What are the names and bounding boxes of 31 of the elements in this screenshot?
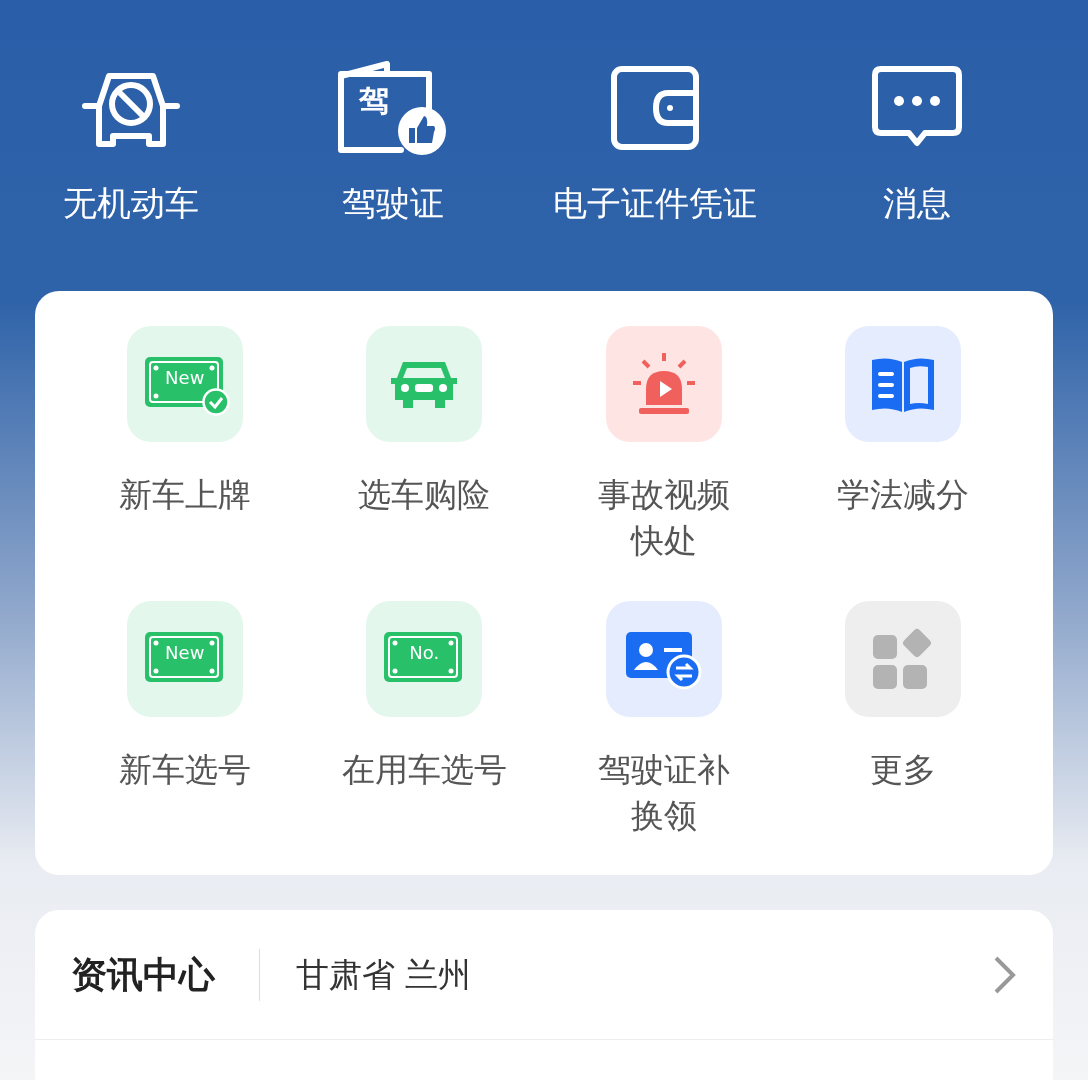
service-label[interactable]: 选车购险 — [358, 472, 491, 518]
chevron-right-icon[interactable] — [993, 954, 1017, 995]
plate-text: New — [164, 369, 206, 387]
shortcut-label[interactable]: 驾驶证 — [342, 186, 444, 220]
service-tile[interactable] — [605, 326, 722, 442]
service-label[interactable]: 新车上牌 — [118, 472, 251, 518]
thumbs-up-icon — [397, 106, 447, 156]
news-title: 资讯中心 — [71, 948, 260, 1001]
license-plate-icon — [143, 356, 224, 408]
shortcut-label[interactable]: 消息 — [883, 186, 951, 220]
service-label[interactable]: 在用车选号 — [341, 746, 507, 793]
service-tile[interactable] — [366, 326, 483, 442]
license-booklet-icon — [337, 60, 433, 156]
service-label[interactable]: 更多 — [870, 746, 937, 793]
shortcut-label[interactable]: 无机动车 — [63, 186, 199, 220]
service-tile[interactable] — [605, 600, 722, 717]
service-tile[interactable] — [845, 326, 962, 442]
service-label[interactable]: 新车选号 — [118, 746, 251, 793]
license-glyph: 驾 — [359, 86, 389, 116]
wallet-icon — [610, 65, 700, 151]
service-label[interactable]: 事故视频快处 — [588, 472, 739, 564]
shortcut-label[interactable]: 电子证件凭证 — [553, 186, 757, 220]
location-label[interactable]: 甘肃省 兰州 — [296, 949, 993, 1000]
service-label[interactable]: 学法减分 — [837, 472, 970, 518]
license-plate-icon — [383, 630, 464, 683]
check-badge-icon — [201, 388, 230, 416]
license-plate-icon — [143, 630, 224, 683]
service-label[interactable]: 驾驶证补换领 — [588, 746, 739, 839]
service-tile[interactable] — [845, 600, 962, 717]
plate-text: No. — [408, 643, 441, 662]
plate-text: New — [164, 643, 206, 662]
